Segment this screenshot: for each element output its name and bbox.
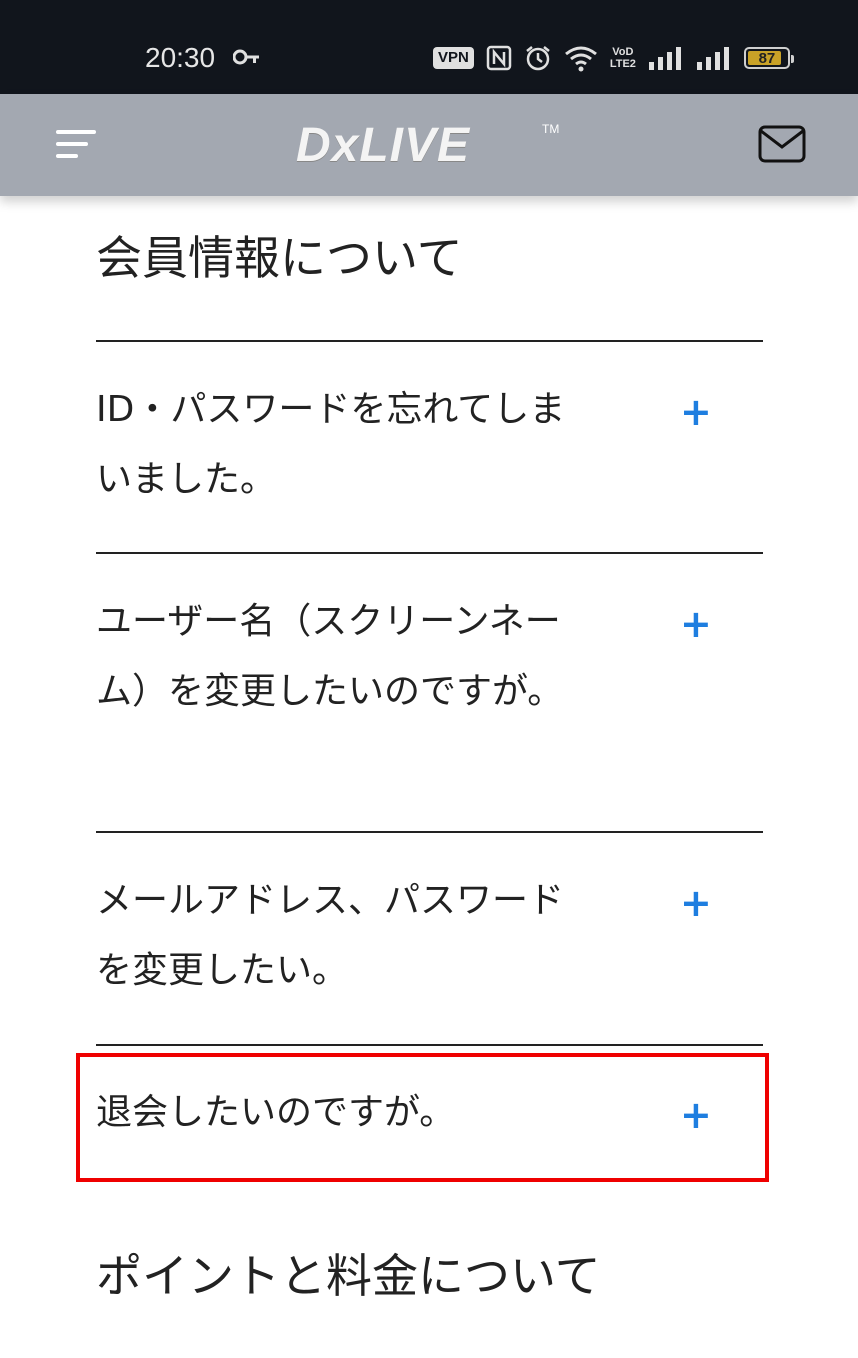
volte-top: VoD (612, 46, 634, 58)
status-bar: 20:30 VPN VoD LTE2 87 (0, 0, 858, 94)
divider (96, 340, 763, 342)
expand-plus-icon[interactable]: + (680, 605, 712, 643)
section-title-member-info: 会員情報について (96, 231, 463, 285)
nfc-icon (486, 45, 512, 71)
divider (96, 831, 763, 833)
faq-item-change-username[interactable]: ユーザー名（スクリーンネーム）を変更したいのですが。 + (96, 587, 763, 831)
volte-indicator: VoD LTE2 (610, 46, 636, 70)
expand-plus-icon[interactable]: + (680, 884, 712, 922)
signal-icon (696, 47, 729, 70)
signal-icon (648, 47, 681, 70)
alarm-icon (526, 46, 550, 71)
volte-bottom: LTE2 (609, 58, 636, 70)
faq-question[interactable]: ID・パスワードを忘れてしまいました。 (96, 375, 596, 515)
faq-question[interactable]: ユーザー名（スクリーンネーム）を変更したいのですが。 (96, 587, 596, 727)
divider (96, 1044, 763, 1046)
faq-question[interactable]: メールアドレス、パスワードを変更したい。 (96, 866, 596, 1006)
wifi-icon (564, 46, 597, 72)
key-icon (233, 49, 259, 65)
faq-item-forgot-id-password[interactable]: ID・パスワードを忘れてしまいました。 + (96, 375, 763, 553)
expand-plus-icon[interactable]: + (680, 393, 712, 431)
vpn-badge: VPN (433, 47, 474, 69)
hamburger-menu-icon[interactable] (56, 130, 96, 162)
clock: 20:30 (145, 42, 216, 73)
faq-item-change-email-password[interactable]: メールアドレス、パスワードを変更したい。 + (96, 866, 763, 1044)
divider (96, 552, 763, 554)
highlight-box (76, 1053, 769, 1182)
dxlive-logo[interactable]: DxLIVE (296, 118, 470, 172)
logo-trademark: TM (542, 122, 560, 136)
battery-level: 87 (758, 49, 776, 67)
section-title-points-fees: ポイントと料金について (96, 1249, 601, 1303)
mail-icon[interactable] (758, 124, 806, 164)
battery-icon: 87 (743, 47, 794, 69)
status-icons: VPN VoD LTE2 87 (433, 40, 794, 76)
